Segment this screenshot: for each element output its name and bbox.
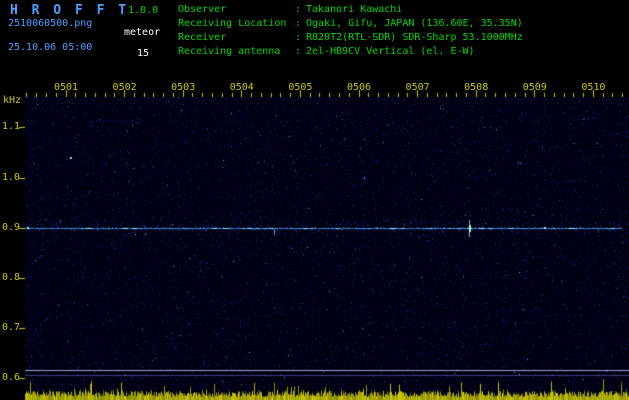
- app-version: 1.0.0: [128, 5, 158, 16]
- info-separator: :: [295, 45, 306, 59]
- echo-count: 15: [137, 48, 149, 59]
- spectrogram-canvas: [0, 78, 629, 400]
- info-label: Receiving Location: [178, 17, 295, 31]
- station-info: Observer: Takanori Kawachi Receiving Loca…: [178, 3, 523, 59]
- info-label: Receiving antenna: [178, 45, 295, 59]
- info-label: Receiver: [178, 31, 295, 45]
- station-info-row: Receiver: R820T2(RTL-SDR) SDR-Sharp 53.10…: [178, 31, 523, 45]
- info-separator: :: [295, 3, 306, 17]
- info-value: R820T2(RTL-SDR) SDR-Sharp 53.1000MHz: [306, 32, 523, 43]
- observation-datetime: 25.10.06 05:00: [8, 42, 92, 53]
- hrofft-window: H R O F F T 1.0.0 2510060500.png meteor …: [0, 0, 629, 400]
- info-value: Ogaki, Gifu, JAPAN (136.60E, 35.35N): [306, 18, 523, 29]
- app-title: H R O F F T: [10, 3, 129, 18]
- info-value: Takanori Kawachi: [306, 4, 402, 15]
- info-label: Observer: [178, 3, 295, 17]
- header: H R O F F T 1.0.0 2510060500.png meteor …: [0, 0, 629, 78]
- station-info-row: Observer: Takanori Kawachi: [178, 3, 523, 17]
- mode-label: meteor: [124, 27, 160, 38]
- info-separator: :: [295, 17, 306, 31]
- output-filename: 2510060500.png: [8, 18, 92, 29]
- freq-axis-unit: kHz: [3, 95, 21, 106]
- info-separator: :: [295, 31, 306, 45]
- info-value: 2el-HB9CV Vertical (el. E-W): [306, 46, 475, 57]
- station-info-row: Receiving antenna:2el-HB9CV Vertical (el…: [178, 45, 523, 59]
- station-info-row: Receiving Location: Ogaki, Gifu, JAPAN (1…: [178, 17, 523, 31]
